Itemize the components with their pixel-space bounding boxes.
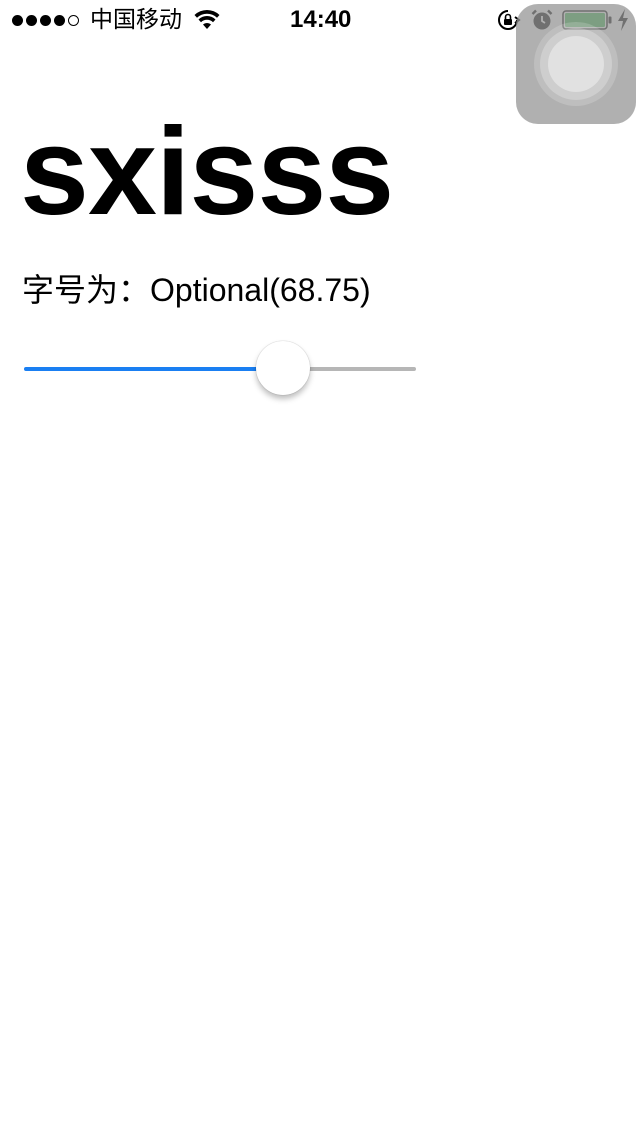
signal-dot [12,14,23,26]
assistive-touch-button[interactable] [516,4,636,124]
signal-dot [40,14,51,26]
status-time: 14:40 [290,6,352,33]
slider-min-track [24,367,283,371]
carrier-name: 中国移动 [90,7,182,33]
font-size-label-prefix: 字号为： [22,271,151,309]
font-size-value: Optional(68.75) [150,272,371,308]
font-size-label: 字号为： Optional(68.75) [22,270,371,310]
signal-dot-empty [68,14,79,26]
preview-text: sxisss [20,103,394,241]
signal-strength-icon [12,12,79,28]
wifi-icon [194,9,220,29]
signal-dot [54,14,65,26]
slider-thumb[interactable] [256,341,310,395]
font-size-slider[interactable] [24,340,416,398]
assistive-touch-center [548,36,604,92]
signal-dot [26,14,37,26]
